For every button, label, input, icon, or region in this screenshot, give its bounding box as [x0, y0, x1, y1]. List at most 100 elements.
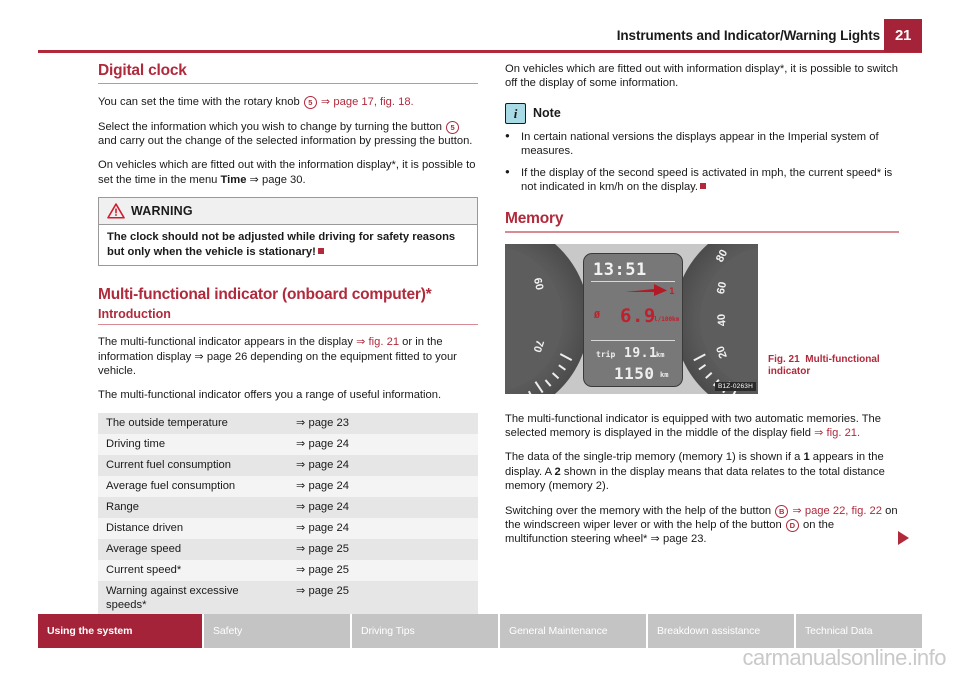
- text-fragment: The multi-functional indicator appears i…: [98, 336, 357, 349]
- list-item: In certain national versions the display…: [505, 129, 899, 159]
- callout-b-icon: B: [775, 504, 789, 518]
- table-row: Driving time ⇒ page 24: [98, 433, 478, 455]
- text-fragment: and carry out the change of the selected…: [98, 135, 473, 147]
- table-row: Distance driven ⇒ page 24: [98, 517, 478, 539]
- table-cell-reference: ⇒ page 25: [296, 564, 349, 577]
- heading-memory: Memory: [505, 210, 564, 228]
- footer-tab-breakdown-assistance[interactable]: Breakdown assistance: [648, 614, 796, 648]
- lcd-average-symbol: Ø: [594, 309, 601, 321]
- gauge-tick: [698, 364, 707, 370]
- table-row: Warning against excessive speeds* ⇒ page …: [98, 580, 478, 616]
- heading-rule: [98, 83, 478, 85]
- callout-5-icon: 5: [446, 120, 460, 134]
- table-cell-reference: ⇒ page 24: [296, 480, 349, 493]
- paragraph-single-trip-memory: The data of the single-trip memory (memo…: [505, 450, 899, 493]
- gauge-right: 80 60 40 20: [674, 243, 758, 394]
- text-fragment: The data of the single-trip memory (memo…: [505, 451, 804, 464]
- instrument-cluster-image: 60 70 80 60 40 20 13:51 1 Ø 6.9 l/100km …: [505, 243, 758, 394]
- right-column: On vehicles which are fitted out with in…: [505, 62, 909, 557]
- lcd-total-unit: km: [660, 370, 669, 379]
- table-cell-reference: ⇒ page 24: [296, 522, 349, 535]
- gauge-number: 60: [530, 276, 546, 291]
- table-cell-label: Average speed: [106, 543, 182, 556]
- heading-rule: [98, 324, 478, 326]
- page-header: Instruments and Indicator/Warning Lights…: [0, 0, 960, 56]
- cross-reference: ⇒ page 17, fig. 18.: [317, 96, 414, 109]
- gauge-tick: [559, 352, 573, 361]
- cross-reference-fig22: ⇒ page 22, fig. 22: [789, 504, 882, 517]
- paragraph-switch-off-display: On vehicles which are fitted out with in…: [505, 63, 898, 90]
- paragraph-info-display: On vehicles which are fitted out with th…: [98, 158, 478, 187]
- callout-d-icon: D: [785, 519, 799, 533]
- gauge-tick: [534, 380, 544, 393]
- footer-tab-technical-data[interactable]: Technical Data: [796, 614, 922, 648]
- cross-reference-fig21: ⇒ fig. 21.: [814, 427, 861, 440]
- table-cell-label: The outside temperature: [106, 417, 228, 430]
- lcd-consumption-value: 6.9: [620, 304, 656, 327]
- gauge-tick: [731, 390, 737, 394]
- page-title: Instruments and Indicator/Warning Lights: [616, 28, 880, 43]
- lcd-display: 13:51 1 Ø 6.9 l/100km trip 19.1 km 1150 …: [583, 252, 683, 387]
- figure-caption-number: Fig. 21: [768, 353, 800, 365]
- table-row: Current fuel consumption ⇒ page 24: [98, 454, 478, 476]
- table-row: Average speed ⇒ page 25: [98, 538, 478, 560]
- text-fragment: In certain national versions the display…: [521, 130, 879, 158]
- note-header: i Note: [505, 102, 899, 124]
- warning-box: WARNING The clock should not be adjusted…: [98, 197, 478, 267]
- text-fragment: The clock should not be adjusted while d…: [107, 231, 456, 258]
- text-fragment: Switching over the memory with the help …: [505, 504, 775, 517]
- gauge-face: [505, 245, 563, 392]
- warning-text: The clock should not be adjusted while d…: [99, 225, 477, 265]
- footer-tab-using-the-system[interactable]: Using the system: [38, 614, 204, 648]
- table-cell-reference: ⇒ page 25: [296, 585, 349, 598]
- table-cell-reference: ⇒ page 24: [296, 501, 349, 514]
- gauge-tick: [693, 352, 706, 361]
- footer-tab-general-maintenance[interactable]: General Maintenance: [500, 614, 648, 648]
- table-cell-label: Average fuel consumption: [106, 480, 236, 493]
- table-cell-label: Range: [106, 501, 139, 514]
- site-watermark: carmanualsonline.info: [742, 645, 946, 670]
- heading-multifunctional-indicator: Multi‐functional indicator (onboard comp…: [98, 286, 432, 304]
- lcd-total-value: 1150: [614, 363, 655, 383]
- list-item: If the display of the second speed is ac…: [505, 165, 899, 195]
- gauge-tick: [558, 364, 566, 370]
- gauge-tick: [528, 390, 534, 394]
- note-label: Note: [533, 106, 561, 121]
- warning-triangle-icon: [107, 203, 125, 219]
- footer-tab-driving-tips[interactable]: Driving Tips: [352, 614, 500, 648]
- text-fragment: You can set the time with the rotary kno…: [98, 96, 303, 109]
- paragraph-switching-memory: Switching over the memory with the help …: [505, 504, 909, 547]
- continue-arrow-icon: [898, 530, 909, 545]
- table-row: The outside temperature ⇒ page 23: [98, 412, 478, 434]
- footer-tab-safety[interactable]: Safety: [204, 614, 352, 648]
- warning-label: WARNING: [131, 204, 193, 219]
- text-fragment: If the display of the second speed is ac…: [521, 166, 893, 194]
- paragraph-mfi-offers: The multi-functional indicator offers yo…: [98, 389, 442, 402]
- footer-navigation: Using the system Safety Driving Tips Gen…: [38, 614, 922, 648]
- lcd-arrow-icon: [625, 283, 667, 296]
- heading-rule: [505, 231, 899, 233]
- menu-name-time: Time: [220, 173, 247, 186]
- lcd-divider: [591, 339, 675, 341]
- paragraph-mfi-appears: The multi-functional indicator appears i…: [98, 335, 478, 378]
- figure-image-code: B1Z-0263H: [714, 381, 756, 391]
- table-cell-label: Current speed*: [106, 564, 182, 577]
- text-fragment: shown in the display means that data rel…: [505, 465, 885, 493]
- table-row: Current speed* ⇒ page 25: [98, 559, 478, 581]
- gauge-number: 40: [715, 313, 729, 327]
- end-of-section-marker: [317, 247, 324, 254]
- table-cell-label: Distance driven: [106, 522, 184, 535]
- gauge-tick: [544, 378, 552, 387]
- table-cell-reference: ⇒ page 24: [296, 438, 349, 451]
- table-cell-reference: ⇒ page 24: [296, 459, 349, 472]
- lcd-memory-indicator: 1: [669, 286, 675, 297]
- table-cell-reference: ⇒ page 23: [296, 417, 349, 430]
- lcd-trip-label: trip: [596, 349, 616, 359]
- lcd-trip-unit: km: [656, 350, 665, 359]
- table-cell-label: Current fuel consumption: [106, 459, 231, 472]
- left-column: Digital clock You can set the time with …: [98, 62, 478, 616]
- gauge-number: 60: [714, 280, 730, 295]
- paragraph-select-info: Select the information which you wish to…: [98, 120, 478, 149]
- figure-caption: Fig. 21 Multi‐functional indicator: [768, 354, 898, 378]
- cross-reference-fig21: ⇒ fig. 21: [356, 336, 400, 349]
